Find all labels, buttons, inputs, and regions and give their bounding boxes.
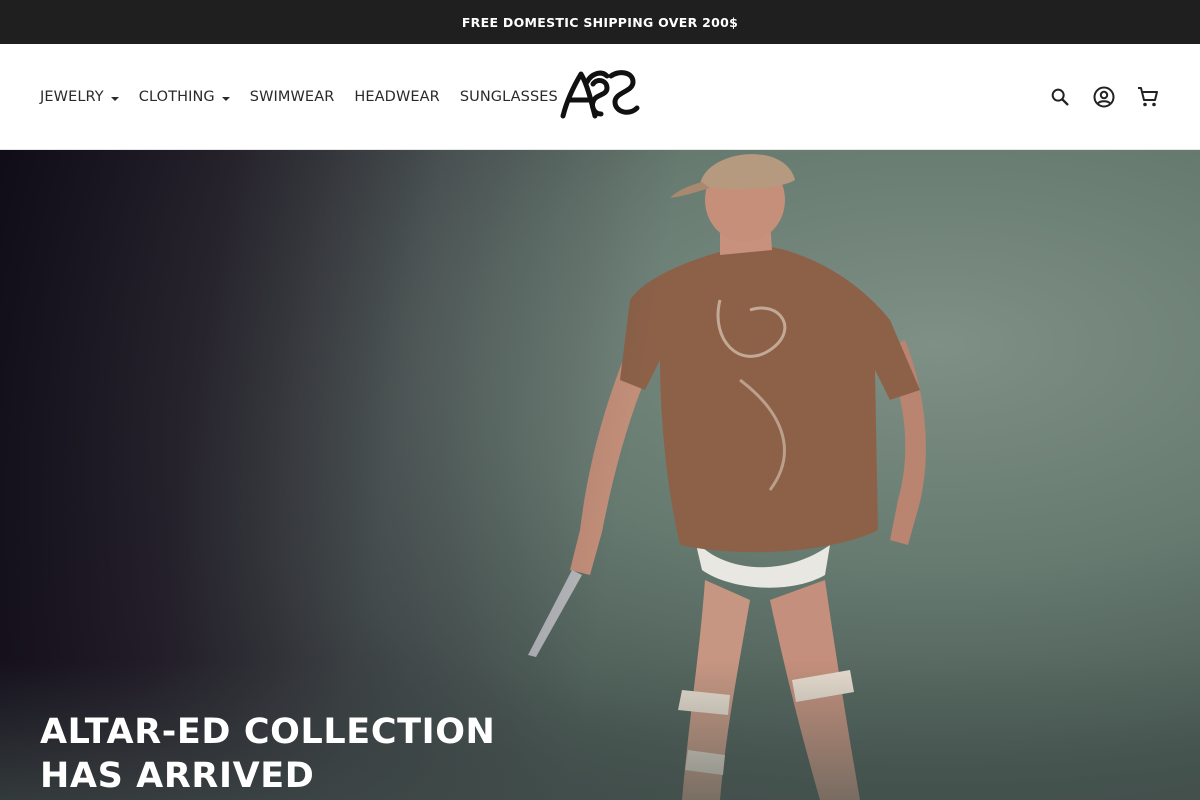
hero-title-line1: ALTAR-ED COLLECTION bbox=[40, 712, 496, 752]
hero-title-line2: HAS ARRIVED bbox=[40, 756, 315, 796]
nav-item-jewelry[interactable]: JEWELRY bbox=[40, 89, 119, 105]
nav-item-clothing[interactable]: CLOTHING bbox=[139, 89, 230, 105]
announcement-text: FREE DOMESTIC SHIPPING OVER 200$ bbox=[461, 14, 739, 30]
hero-banner[interactable]: ALTAR-ED COLLECTION HAS ARRIVED bbox=[0, 150, 1200, 800]
nav-label: JEWELRY bbox=[40, 89, 104, 105]
nav-label: SUNGLASSES bbox=[459, 89, 558, 105]
brand-logo[interactable] bbox=[557, 64, 641, 124]
nav-label: HEADWEAR bbox=[354, 89, 440, 105]
hero-title: ALTAR-ED COLLECTION HAS ARRIVED bbox=[40, 710, 560, 798]
nav-item-headwear[interactable]: HEADWEAR bbox=[354, 89, 439, 105]
nav-item-swimwear[interactable]: SWIMWEAR bbox=[250, 89, 335, 105]
account-icon[interactable] bbox=[1092, 85, 1116, 109]
main-nav: JEWELRY CLOTHING SWIMWEAR HEADWEAR SUNGL… bbox=[40, 44, 578, 150]
search-icon[interactable] bbox=[1048, 85, 1072, 109]
brand-monogram-logo bbox=[560, 70, 640, 119]
nav-label: CLOTHING bbox=[138, 89, 215, 105]
site-header: JEWELRY CLOTHING SWIMWEAR HEADWEAR SUNGL… bbox=[0, 44, 1200, 150]
chevron-down-icon bbox=[110, 96, 119, 101]
nav-item-sunglasses[interactable]: SUNGLASSES bbox=[460, 89, 558, 105]
nav-label: SWIMWEAR bbox=[249, 89, 335, 105]
header-actions bbox=[1028, 44, 1160, 150]
chevron-down-icon bbox=[221, 96, 230, 101]
cart-icon[interactable] bbox=[1136, 85, 1160, 109]
announcement-bar: FREE DOMESTIC SHIPPING OVER 200$ bbox=[0, 0, 1200, 44]
